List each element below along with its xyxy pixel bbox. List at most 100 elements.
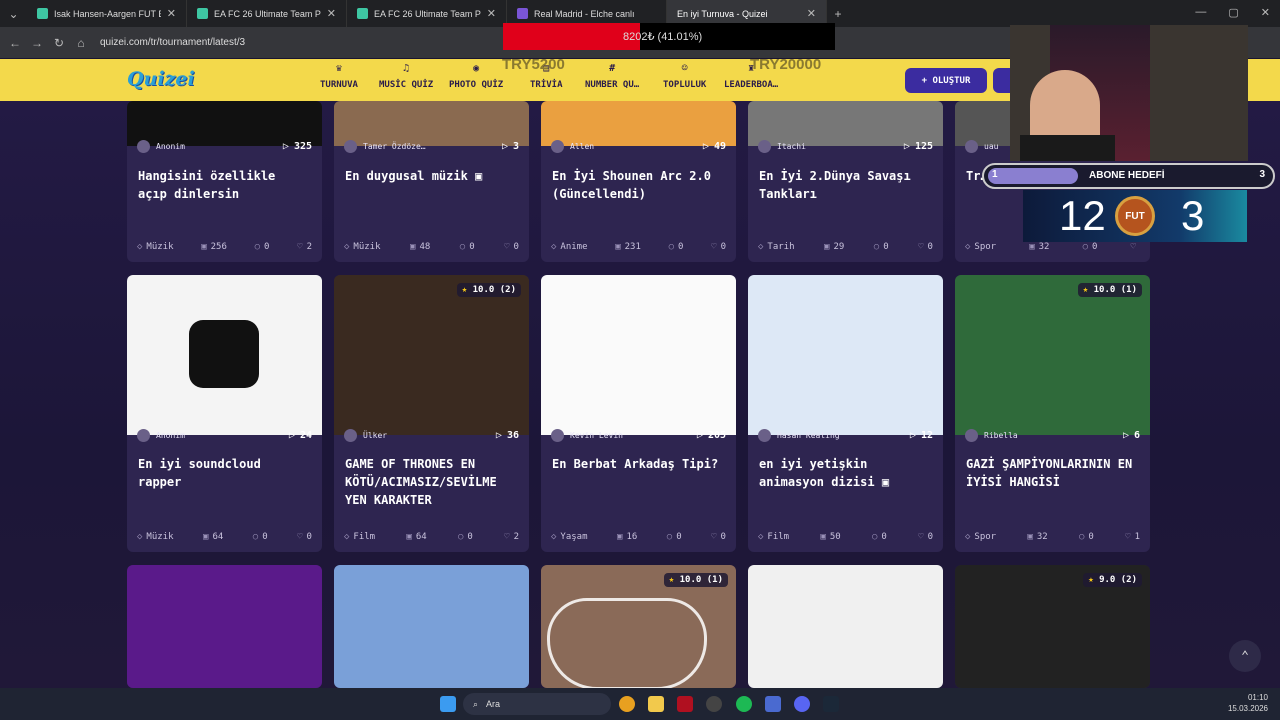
spotify-icon[interactable]	[736, 696, 752, 712]
discord-icon[interactable]	[794, 696, 810, 712]
like-count[interactable]: ♡ 2	[504, 532, 519, 542]
avatar	[137, 428, 150, 442]
quiz-card[interactable]	[748, 565, 943, 688]
nav-music-quiz[interactable]: ♫ MUSİC QUİZ	[379, 63, 433, 90]
home-icon[interactable]: ⌂	[70, 36, 92, 50]
card-author[interactable]: Ülker	[344, 428, 387, 442]
obs-icon[interactable]	[706, 696, 722, 712]
minimize-icon[interactable]: —	[1195, 6, 1206, 19]
play-count: ▷ 125	[903, 140, 933, 152]
avatar	[551, 139, 564, 153]
nav-topluluk[interactable]: ☺ TOPLULUK	[663, 63, 706, 90]
category-tag[interactable]: ◇ Anime	[551, 242, 588, 252]
close-icon[interactable]: ✕	[327, 7, 336, 20]
card-title[interactable]: En İyi Shounen Arc 2.0 (Güncellendi)	[541, 157, 736, 223]
card-author[interactable]: Tamer Özdöze…	[344, 139, 426, 153]
heart-icon: ♡	[504, 242, 510, 252]
app-icon[interactable]	[677, 696, 693, 712]
chrome-icon[interactable]	[619, 696, 635, 712]
close-icon[interactable]: ✕	[487, 7, 496, 20]
quiz-card[interactable]: Anonim ▷ 24 En iyi soundcloud rapper ◇ Müzik ▣…	[127, 275, 322, 552]
card-author[interactable]: Itachi	[758, 139, 806, 153]
reload-icon[interactable]: ↻	[48, 36, 70, 50]
card-author[interactable]: Hasan Keating	[758, 428, 840, 442]
quiz-card[interactable]: ★ 9.0 (2)	[955, 565, 1150, 688]
tag-icon: ◇	[551, 532, 557, 542]
like-count[interactable]: ♡ 0	[297, 532, 312, 542]
quiz-card[interactable]	[127, 565, 322, 688]
folder-icon[interactable]	[648, 696, 664, 712]
quiz-card[interactable]: Allen ▷ 49 En İyi Shounen Arc 2.0 (Güncelle…	[541, 101, 736, 262]
url-field[interactable]: quizei.com/tr/tournament/latest/3	[100, 37, 245, 48]
like-count[interactable]: ♡ 1	[1125, 532, 1140, 542]
quiz-card[interactable]: Tamer Özdöze… ▷ 3 En duygusal müzik ▣ ◇ Müzik…	[334, 101, 529, 262]
card-footer: ◇ Anime ▣ 231 ○ 0 ♡ 0	[541, 232, 736, 262]
avatar	[344, 428, 357, 442]
card-meta: Hasan Keating ▷ 12	[748, 424, 943, 446]
back-icon[interactable]: ←	[4, 36, 26, 50]
quiz-card[interactable]: Itachi ▷ 125 En İyi 2.Dünya Savaşı Tankları…	[748, 101, 943, 262]
close-icon[interactable]: ✕	[807, 7, 816, 20]
quiz-card[interactable]: ★ 10.0 (1) Ribella ▷ 6 GAZİ ŞAMPİYONLARININ …	[955, 275, 1150, 552]
quiz-card[interactable]: ★ 10.0 (2) Ülker ▷ 36 GAME OF THRONES EN KÖT…	[334, 275, 529, 552]
quiz-card[interactable]: Hasan Keating ▷ 12 en iyi yetişkin animasyo…	[748, 275, 943, 552]
close-icon[interactable]: ✕	[167, 7, 176, 20]
items-icon: ▣	[820, 532, 826, 542]
category-tag[interactable]: ◇ Yaşam	[551, 532, 588, 542]
quiz-card[interactable]: Anonim ▷ 325 Hangisini özellikle açıp dinle…	[127, 101, 322, 262]
start-icon[interactable]	[440, 696, 456, 712]
steam-icon[interactable]	[823, 696, 839, 712]
card-title[interactable]: En duygusal müzik ▣	[334, 157, 493, 223]
quiz-card[interactable]	[334, 565, 529, 688]
close-window-icon[interactable]: ✕	[1261, 6, 1270, 19]
like-count[interactable]: ♡ 0	[504, 242, 519, 252]
new-tab-icon[interactable]: +	[827, 7, 849, 21]
category-tag[interactable]: ◇ Müzik	[344, 242, 381, 252]
nav-number-quiz[interactable]: # NUMBER QU…	[585, 63, 639, 90]
card-title[interactable]: Hangisini özellikle açıp dinlersin	[127, 157, 322, 223]
browser-tab[interactable]: EA FC 26 Ultimate Team Prices,✕	[187, 0, 347, 27]
like-count[interactable]: ♡ 0	[918, 532, 933, 542]
heart-icon: ♡	[711, 242, 717, 252]
like-count[interactable]: ♡ 0	[711, 242, 726, 252]
category-tag[interactable]: ◇ Müzik	[137, 242, 174, 252]
category-tag[interactable]: ◇ Tarih	[758, 242, 795, 252]
category-tag[interactable]: ◇ Spor	[965, 242, 996, 252]
nav-turnuva[interactable]: ♛ TURNUVA	[320, 63, 358, 90]
play-count: ▷ 36	[495, 429, 519, 441]
card-author[interactable]: uau	[965, 139, 998, 153]
like-count[interactable]: ♡ 2	[297, 242, 312, 252]
card-author[interactable]: Ribella	[965, 428, 1018, 442]
card-author[interactable]: Allen	[551, 139, 594, 153]
play-icon: ▷	[282, 140, 289, 152]
card-author[interactable]: Anonim	[137, 428, 185, 442]
app-icon-2[interactable]	[765, 696, 781, 712]
nav-photo-quiz[interactable]: ◉ PHOTO QUİZ	[449, 63, 503, 90]
streamer-shirt	[1020, 135, 1115, 161]
card-author[interactable]: Kevin Levin	[551, 428, 623, 442]
browser-tab[interactable]: Isak Hansen-Aargen FUT Birthd✕	[27, 0, 187, 27]
like-count[interactable]: ♡	[1131, 242, 1140, 252]
comment-count: ○ 0	[668, 242, 684, 252]
comment-icon: ○	[459, 242, 466, 252]
tab-menu-icon[interactable]: ⌄	[0, 7, 27, 21]
category-tag[interactable]: ◇ Film	[344, 532, 375, 542]
avatar	[965, 139, 978, 153]
comment-icon: ○	[1082, 242, 1089, 252]
browser-tab[interactable]: EA FC 26 Ultimate Team Prices,✕	[347, 0, 507, 27]
quiz-card[interactable]: Kevin Levin ▷ 205 En Berbat Arkadaş Tipi? ◇ Y…	[541, 275, 736, 552]
item-count: ▣ 16	[617, 532, 638, 542]
maximize-icon[interactable]: ▢	[1228, 6, 1238, 19]
taskbar-search[interactable]: ⌕ Ara	[463, 693, 611, 715]
scroll-to-top-button[interactable]: ⌃	[1229, 640, 1261, 672]
category-tag[interactable]: ◇ Müzik	[137, 532, 174, 542]
category-tag[interactable]: ◇ Spor	[965, 532, 996, 542]
card-title[interactable]: En İyi 2.Dünya Savaşı Tankları	[748, 157, 943, 223]
site-logo[interactable]: Quizei	[127, 68, 195, 90]
category-tag[interactable]: ◇ Film	[758, 532, 789, 542]
create-button[interactable]: + OLUŞTUR	[905, 68, 987, 93]
like-count[interactable]: ♡ 0	[918, 242, 933, 252]
like-count[interactable]: ♡ 0	[711, 532, 726, 542]
forward-icon[interactable]: →	[26, 36, 48, 50]
card-author[interactable]: Anonim	[137, 139, 185, 153]
